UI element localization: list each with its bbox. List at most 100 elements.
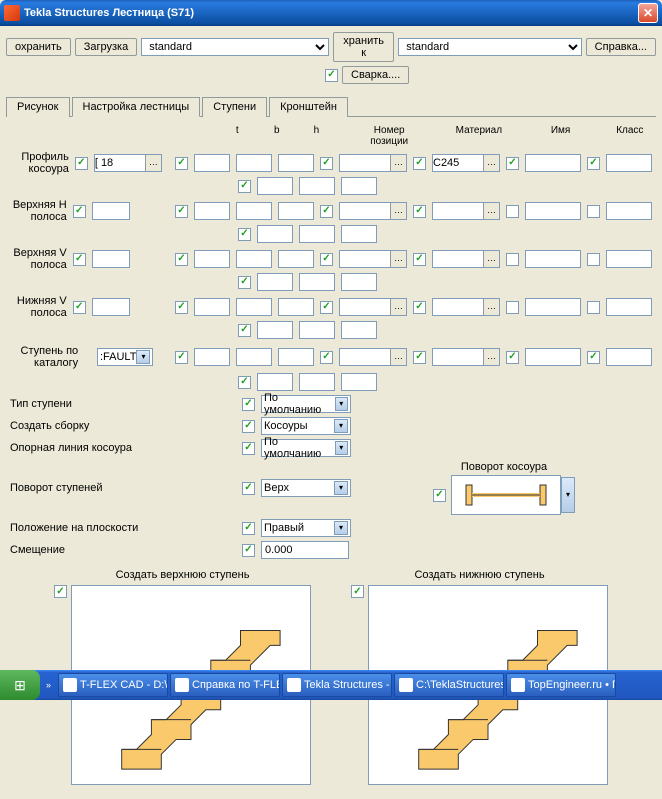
- profile-material[interactable]: …: [432, 154, 500, 172]
- weld-checkbox[interactable]: [325, 69, 338, 82]
- cb-topV-name[interactable]: [506, 253, 519, 266]
- help-button[interactable]: Справка...: [586, 38, 656, 56]
- close-button[interactable]: ✕: [638, 3, 658, 23]
- cb-offset[interactable]: [242, 544, 255, 557]
- extra-b[interactable]: [299, 373, 335, 391]
- cb-cat-1[interactable]: [175, 351, 188, 364]
- cb-topV-np[interactable]: [320, 253, 333, 266]
- cb-rotsteps[interactable]: [242, 482, 255, 495]
- cat-name[interactable]: [525, 348, 581, 366]
- cb-profile-mat[interactable]: [413, 157, 426, 170]
- cb-cat-2[interactable]: [320, 351, 333, 364]
- load-button[interactable]: Загрузка: [75, 38, 137, 56]
- cat-t[interactable]: [194, 348, 230, 366]
- cb-botV-class[interactable]: [587, 301, 600, 314]
- botV-name[interactable]: [525, 298, 581, 316]
- topV-name[interactable]: [525, 250, 581, 268]
- cb-asm[interactable]: [242, 420, 255, 433]
- taskbar-item-0[interactable]: T-FLEX CAD - D:\Вла...: [58, 673, 168, 697]
- botV-h[interactable]: [278, 298, 314, 316]
- cb-topH-tbh[interactable]: [175, 205, 188, 218]
- cb-topH-prof[interactable]: [73, 205, 86, 218]
- taskbar-item-2[interactable]: Tekla Structures - C:\...: [282, 673, 392, 697]
- cb-topH-name[interactable]: [506, 205, 519, 218]
- taskbar-item-4[interactable]: TopEngineer.ru • Гла...: [506, 673, 616, 697]
- topH-material[interactable]: …: [432, 202, 500, 220]
- cb-botV-name[interactable]: [506, 301, 519, 314]
- profile-t[interactable]: [194, 154, 230, 172]
- topH-name[interactable]: [525, 202, 581, 220]
- topV-t[interactable]: [194, 250, 230, 268]
- profile-profile[interactable]: …: [94, 154, 162, 172]
- cb-top-stair[interactable]: [54, 585, 67, 598]
- topV-material[interactable]: …: [432, 250, 500, 268]
- cb-planepos[interactable]: [242, 522, 255, 535]
- start-button[interactable]: ⊞: [0, 670, 40, 700]
- profile-b[interactable]: [236, 154, 272, 172]
- cb-topV-tbh[interactable]: [175, 253, 188, 266]
- profile-numpos[interactable]: …: [339, 154, 407, 172]
- rot-steps-select[interactable]: Верх▾: [261, 479, 351, 497]
- cb-topH-np[interactable]: [320, 205, 333, 218]
- weld-button[interactable]: Сварка....: [342, 66, 409, 84]
- cb-bot-stair[interactable]: [351, 585, 364, 598]
- extra-h[interactable]: [341, 373, 377, 391]
- cb-steptype[interactable]: [242, 398, 255, 411]
- taskbar-item-1[interactable]: Справка по T-FLEX С...: [170, 673, 280, 697]
- topV-numpos[interactable]: …: [339, 250, 407, 268]
- cb-extra[interactable]: [238, 376, 251, 389]
- topV-val[interactable]: [92, 250, 130, 268]
- cb-profile-prof[interactable]: [75, 157, 88, 170]
- profile-class[interactable]: [606, 154, 652, 172]
- taskbar-item-3[interactable]: C:\TeklaStructures\1...: [394, 673, 504, 697]
- cb-rotstringer[interactable]: [433, 489, 446, 502]
- tab-drawing[interactable]: Рисунок: [6, 97, 70, 117]
- topH-t[interactable]: [194, 202, 230, 220]
- catalog-select[interactable]: :FAULT▾: [97, 348, 153, 366]
- cb-cat-5[interactable]: [587, 351, 600, 364]
- cb-topH-class[interactable]: [587, 205, 600, 218]
- topH-class[interactable]: [606, 202, 652, 220]
- botV-val[interactable]: [92, 298, 130, 316]
- baseline-select[interactable]: По умолчанию▾: [261, 439, 351, 457]
- tab-steps[interactable]: Ступени: [202, 97, 267, 117]
- cb-profile-class[interactable]: [587, 157, 600, 170]
- profile-h[interactable]: [278, 154, 314, 172]
- store-in-button[interactable]: хранить к: [333, 32, 394, 62]
- cb-topH-x[interactable]: [238, 228, 251, 241]
- topH-h[interactable]: [278, 202, 314, 220]
- tab-stair-settings[interactable]: Настройка лестницы: [72, 97, 201, 117]
- cb-profile-tbh[interactable]: [175, 157, 188, 170]
- cb-botV-mat[interactable]: [413, 301, 426, 314]
- cb-botV-np[interactable]: [320, 301, 333, 314]
- topH-val[interactable]: [92, 202, 130, 220]
- cb-topV-class[interactable]: [587, 253, 600, 266]
- cb-topV-prof[interactable]: [73, 253, 86, 266]
- cb-profile-x[interactable]: [238, 180, 251, 193]
- plane-pos-select[interactable]: Правый▾: [261, 519, 351, 537]
- cb-topH-mat[interactable]: [413, 205, 426, 218]
- topH-numpos[interactable]: …: [339, 202, 407, 220]
- topV-class[interactable]: [606, 250, 652, 268]
- create-asm-select[interactable]: Косоуры▾: [261, 417, 351, 435]
- botV-b[interactable]: [236, 298, 272, 316]
- botV-numpos[interactable]: …: [339, 298, 407, 316]
- botV-class[interactable]: [606, 298, 652, 316]
- cb-topV-x[interactable]: [238, 276, 251, 289]
- cat-class[interactable]: [606, 348, 652, 366]
- preset-select-2[interactable]: standard: [398, 38, 581, 56]
- cat-material[interactable]: …: [432, 348, 500, 366]
- topV-b[interactable]: [236, 250, 272, 268]
- profile-name[interactable]: [525, 154, 581, 172]
- botV-material[interactable]: …: [432, 298, 500, 316]
- topV-h[interactable]: [278, 250, 314, 268]
- cb-topV-mat[interactable]: [413, 253, 426, 266]
- rot-stringer-dropdown[interactable]: ▾: [561, 477, 575, 513]
- topH-b[interactable]: [236, 202, 272, 220]
- cb-profile-name[interactable]: [506, 157, 519, 170]
- cb-profile-np[interactable]: [320, 157, 333, 170]
- extra-t[interactable]: [257, 373, 293, 391]
- tab-bracket[interactable]: Кронштейн: [269, 97, 348, 117]
- cb-baseline[interactable]: [242, 442, 255, 455]
- offset-input[interactable]: [261, 541, 349, 559]
